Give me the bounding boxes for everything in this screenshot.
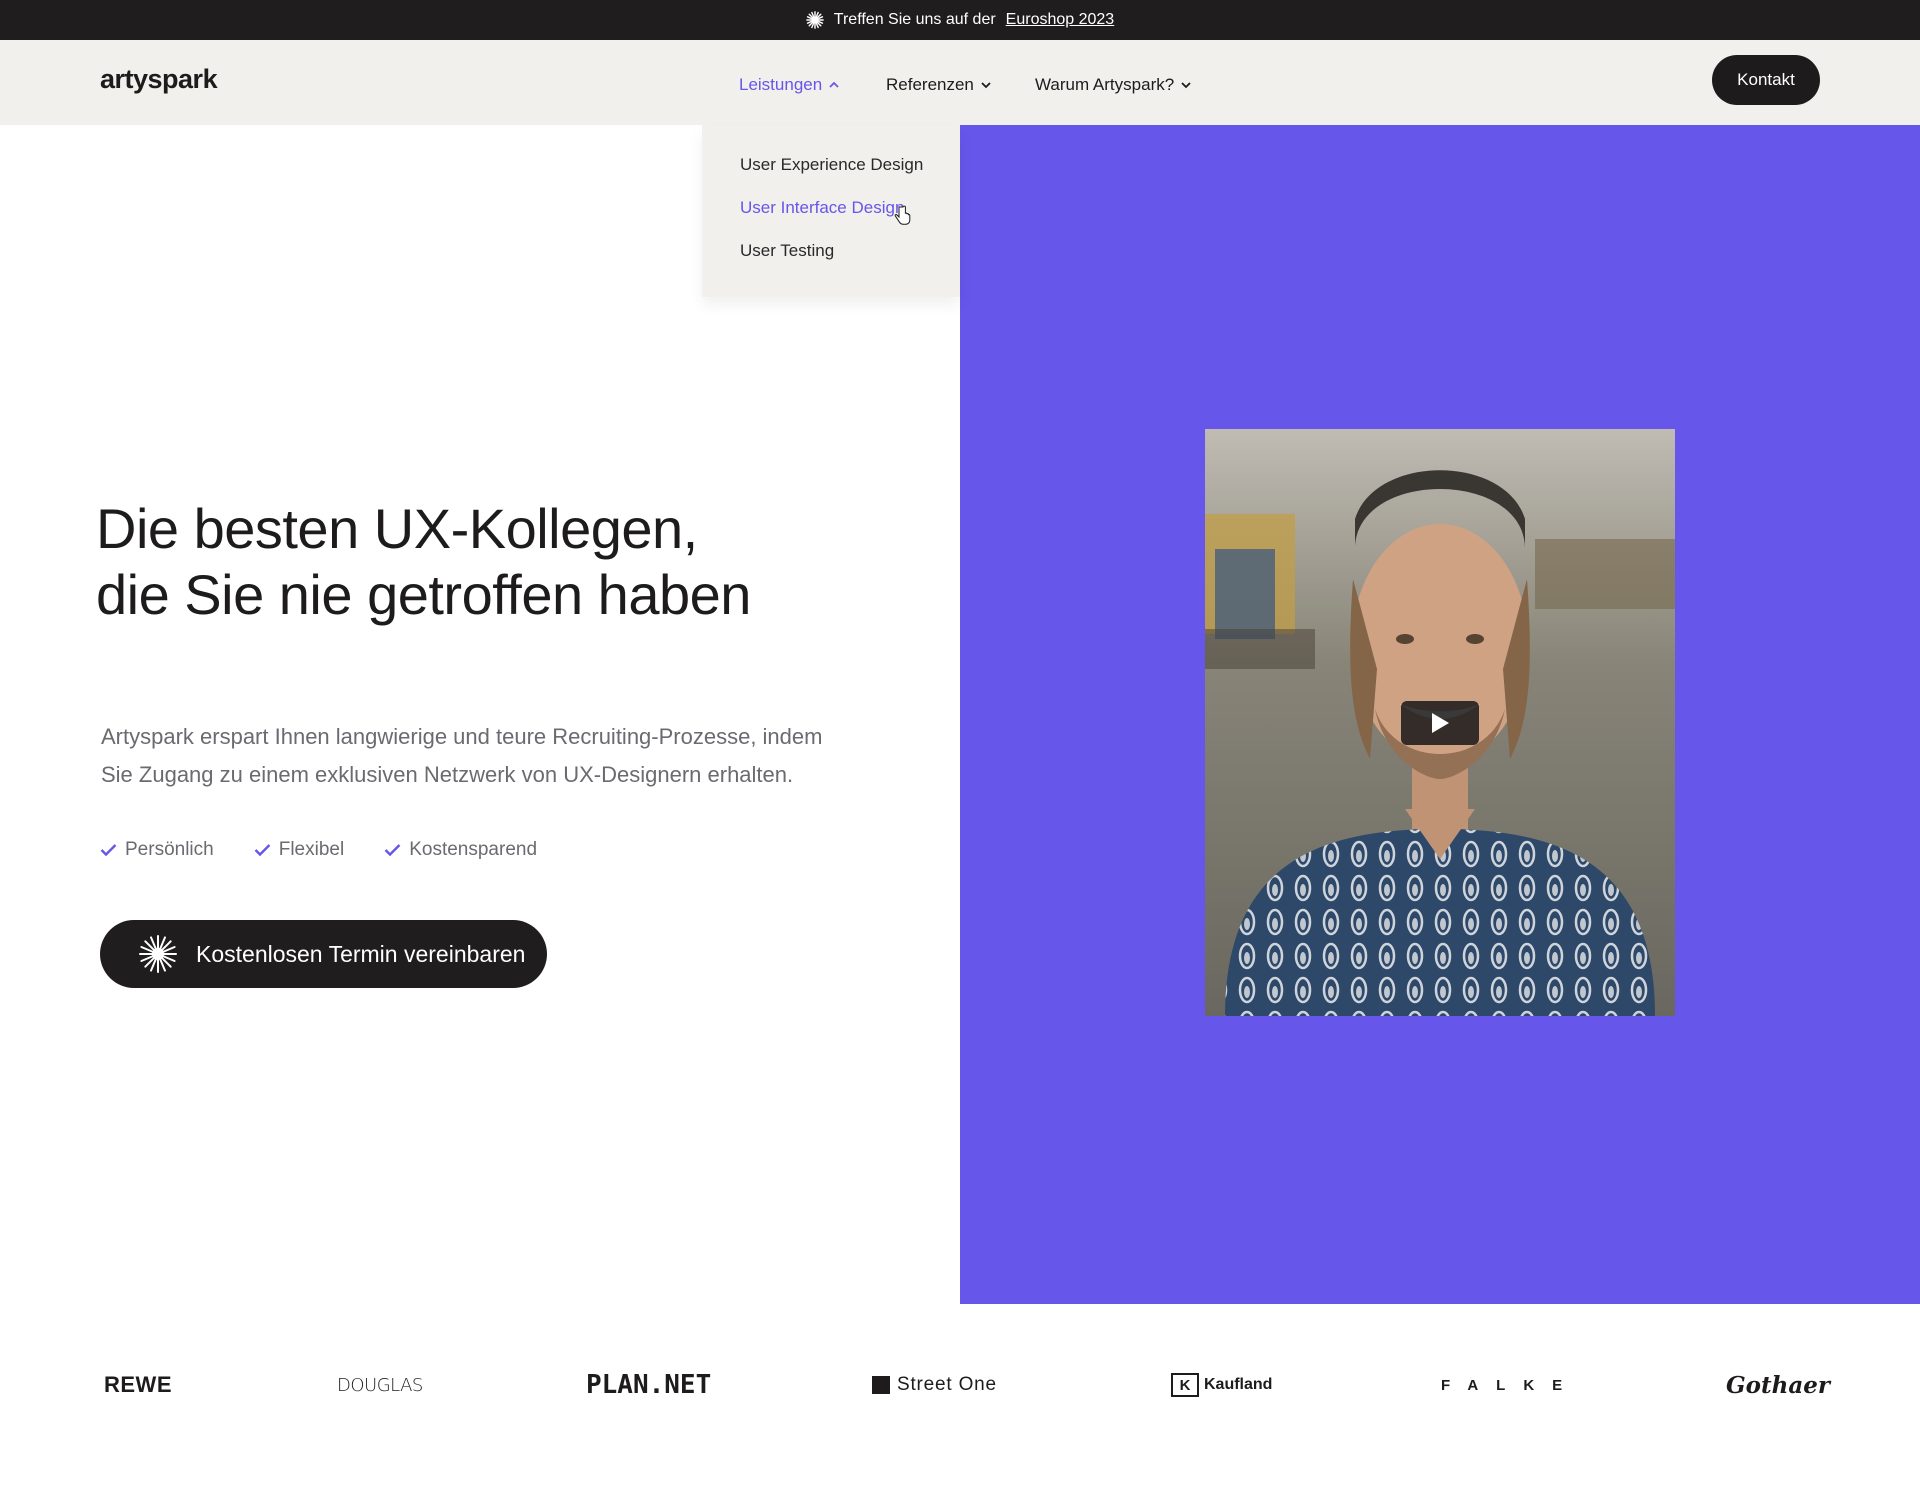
client-logo-text: Kaufland — [1204, 1376, 1273, 1393]
site-header: artyspark Leistungen Referenzen Warum Ar… — [0, 40, 1920, 125]
nav-item-label: Warum Artyspark? — [1035, 75, 1175, 94]
client-logo-text: Street One — [897, 1374, 997, 1395]
chevron-up-icon — [829, 81, 839, 88]
feature-item: Flexibel — [254, 837, 344, 863]
announcement-bar: Treffen Sie uns auf der Euroshop 2023 — [0, 0, 1920, 40]
check-icon — [384, 844, 401, 857]
nav-item-warum-artyspark[interactable]: Warum Artyspark? — [1035, 70, 1192, 100]
headline-line: die Sie nie getroffen haben — [96, 563, 751, 626]
client-logo-rewe: REWE — [104, 1372, 172, 1397]
client-logo-falke: FALKE — [1441, 1376, 1581, 1394]
nav-item-leistungen[interactable]: Leistungen — [739, 70, 840, 100]
chevron-down-icon — [981, 82, 991, 89]
feature-item: Persönlich — [100, 837, 214, 863]
client-logos: REWE DOUGLAS PLAN.NET Street One K Kaufl… — [0, 1355, 1920, 1415]
sparkle-icon — [805, 11, 824, 29]
hero-headline: Die besten UX-Kollegen, die Sie nie getr… — [96, 496, 751, 628]
dropdown-item-ui-design[interactable]: User Interface Design — [740, 198, 904, 218]
book-appointment-button[interactable]: Kostenlosen Termin vereinbaren — [100, 920, 547, 988]
hand-cursor-icon — [894, 205, 911, 225]
main-nav: Leistungen Referenzen Warum Artyspark? — [0, 70, 1920, 100]
play-icon — [1432, 713, 1449, 733]
sparkle-icon — [139, 935, 177, 973]
client-logo-kaufland: K Kaufland — [1171, 1355, 1272, 1415]
hero-lead: Artyspark erspart Ihnen langwierige und … — [101, 718, 881, 794]
client-logo-plan-net: PLAN.NET — [586, 1370, 712, 1400]
dropdown-item-user-testing[interactable]: User Testing — [740, 241, 834, 261]
nav-item-label: Referenzen — [886, 75, 974, 94]
services-dropdown: User Experience Design User Interface De… — [702, 125, 960, 297]
kaufland-mark-icon: K — [1171, 1373, 1199, 1397]
contact-button[interactable]: Kontakt — [1712, 55, 1820, 105]
client-logo-street-one: Street One — [872, 1355, 997, 1415]
feature-label: Persönlich — [125, 839, 214, 860]
nav-item-label: Leistungen — [739, 75, 823, 94]
feature-item: Kostensparend — [384, 837, 537, 863]
announcement-link[interactable]: Euroshop 2023 — [1006, 11, 1115, 29]
lead-line: Artyspark erspart Ihnen langwierige und … — [101, 724, 823, 749]
square-icon — [872, 1376, 890, 1394]
client-logo-gothaer: Gothaer — [1726, 1371, 1830, 1399]
chevron-down-icon — [1181, 82, 1191, 89]
check-icon — [254, 844, 271, 857]
nav-item-referenzen[interactable]: Referenzen — [886, 70, 992, 100]
feature-label: Kostensparend — [409, 839, 538, 860]
cta-label: Kostenlosen Termin vereinbaren — [196, 940, 526, 967]
announcement-text: Treffen Sie uns auf der — [833, 11, 996, 28]
feature-list: Persönlich Flexibel Kostensparend — [100, 837, 577, 863]
client-logo-douglas: DOUGLAS — [337, 1374, 423, 1396]
headline-line: Die besten UX-Kollegen, — [96, 497, 698, 560]
check-icon — [100, 844, 117, 857]
feature-label: Flexibel — [278, 839, 345, 860]
play-button[interactable] — [1401, 701, 1479, 745]
lead-line: Sie Zugang zu einem exklusiven Netzwerk … — [101, 762, 794, 787]
dropdown-item-ux-design[interactable]: User Experience Design — [740, 155, 923, 175]
